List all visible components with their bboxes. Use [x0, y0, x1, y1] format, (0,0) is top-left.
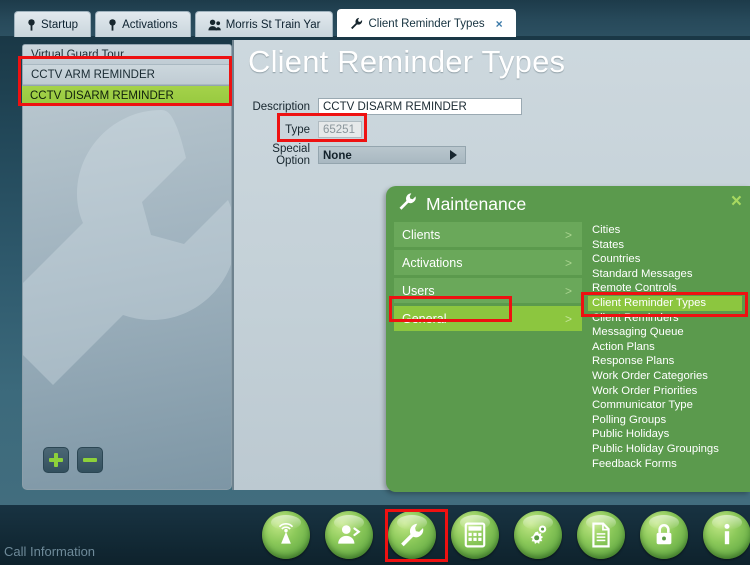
type-row: Type 65251 — [236, 121, 362, 138]
maintenance-categories: Clients > Activations > Users > General … — [386, 222, 582, 471]
add-button[interactable] — [43, 447, 69, 473]
maintenance-title: Maintenance — [426, 193, 527, 214]
maintenance-item-countries[interactable]: Countries — [588, 252, 742, 267]
maintenance-category-users[interactable]: Users > — [394, 278, 582, 303]
category-label: Users — [402, 283, 435, 298]
chevron-right-icon: > — [564, 311, 572, 326]
maintenance-item-remote-controls[interactable]: Remote Controls — [588, 281, 742, 296]
maintenance-item-cities[interactable]: Cities — [588, 223, 742, 238]
description-input[interactable]: CCTV DISARM REMINDER — [318, 98, 522, 115]
wrench-icon — [388, 511, 436, 559]
special-option-select[interactable]: None — [318, 146, 466, 164]
calculator-icon — [451, 511, 499, 559]
list-item-selected[interactable]: CCTV DISARM REMINDER — [22, 86, 232, 106]
tab-startup[interactable]: Startup — [14, 11, 92, 37]
maintenance-item-client-reminder-types[interactable]: Client Reminder Types — [588, 295, 742, 311]
maintenance-item-feedback-forms[interactable]: Feedback Forms — [588, 457, 742, 472]
tab-activations[interactable]: Activations — [95, 11, 191, 37]
dock-info-button[interactable] — [703, 511, 750, 559]
chevron-right-icon: > — [564, 255, 572, 270]
application-window: Startup Activations Morris St Train Yar … — [0, 0, 750, 565]
chevron-right-icon — [450, 150, 457, 160]
tab-label: Morris St Train Yar — [225, 18, 321, 31]
category-label: Activations — [402, 255, 463, 270]
type-input: 65251 — [318, 121, 362, 138]
add-user-icon — [325, 511, 373, 559]
special-option-row: Special Option None — [236, 143, 466, 167]
maintenance-category-general[interactable]: General > — [394, 306, 582, 331]
maintenance-item-work-order-priorities[interactable]: Work Order Priorities — [588, 384, 742, 399]
document-icon — [577, 511, 625, 559]
tab-morris-st-train-yard[interactable]: Morris St Train Yar — [194, 11, 334, 37]
antenna-icon — [262, 511, 310, 559]
pin-icon — [27, 18, 36, 31]
tab-label: Activations — [122, 18, 178, 31]
dock-settings-button[interactable] — [514, 511, 562, 559]
maintenance-item-client-reminders[interactable]: Client Reminders — [588, 311, 742, 326]
bottom-toolbar: Call Information — [0, 505, 750, 565]
tab-label: Startup — [41, 18, 79, 31]
category-label: General — [402, 311, 447, 326]
dock-add-user-button[interactable] — [325, 511, 373, 559]
dock-calculator-button[interactable] — [451, 511, 499, 559]
maintenance-columns: Clients > Activations > Users > General … — [386, 222, 750, 471]
tab-bar: Startup Activations Morris St Train Yar … — [0, 0, 750, 37]
tab-label: Client Reminder Types — [368, 17, 485, 30]
maintenance-item-public-holiday-groupings[interactable]: Public Holiday Groupings — [588, 442, 742, 457]
maintenance-item-polling-groups[interactable]: Polling Groups — [588, 413, 742, 428]
description-label: Description — [252, 100, 310, 113]
special-option-value: None — [323, 150, 352, 162]
category-label: Clients — [402, 227, 441, 242]
chevron-right-icon: > — [564, 283, 572, 298]
page-title: Client Reminder Types — [248, 44, 566, 79]
wrench-icon — [350, 17, 363, 30]
remove-button[interactable] — [77, 447, 103, 473]
maintenance-item-communicator-type[interactable]: Communicator Type — [588, 398, 742, 413]
special-option-label: Special Option — [272, 143, 310, 167]
maintenance-panel: Maintenance × Clients > Activations > Us… — [386, 186, 750, 492]
close-icon[interactable]: × — [731, 192, 742, 211]
list-controls — [43, 447, 103, 473]
tab-client-reminder-types[interactable]: Client Reminder Types × — [337, 9, 516, 37]
maintenance-header: Maintenance × — [386, 186, 750, 222]
maintenance-item-standard-messages[interactable]: Standard Messages — [588, 267, 742, 282]
list-item[interactable]: CCTV ARM REMINDER — [23, 65, 231, 85]
maintenance-item-public-holidays[interactable]: Public Holidays — [588, 427, 742, 442]
wrench-watermark-icon — [23, 110, 231, 385]
maintenance-category-clients[interactable]: Clients > — [394, 222, 582, 247]
maintenance-item-messaging-queue[interactable]: Messaging Queue — [588, 325, 742, 340]
type-label: Type — [285, 123, 310, 136]
maintenance-item-states[interactable]: States — [588, 238, 742, 253]
wrench-icon — [398, 192, 417, 216]
gears-icon — [514, 511, 562, 559]
close-icon[interactable]: × — [496, 17, 503, 31]
pin-icon — [108, 18, 117, 31]
dock-security-button[interactable] — [640, 511, 688, 559]
reminder-type-list[interactable]: Virtual Guard Tour CCTV ARM REMINDER — [22, 44, 232, 86]
maintenance-category-activations[interactable]: Activations > — [394, 250, 582, 275]
dock — [262, 511, 750, 559]
description-row: Description CCTV DISARM REMINDER — [236, 98, 522, 115]
call-information-label: Call Information — [4, 544, 96, 559]
dock-reports-button[interactable] — [577, 511, 625, 559]
lock-icon — [640, 511, 688, 559]
maintenance-items: Cities States Countries Standard Message… — [582, 222, 742, 471]
maintenance-item-work-order-categories[interactable]: Work Order Categories — [588, 369, 742, 384]
maintenance-item-action-plans[interactable]: Action Plans — [588, 340, 742, 355]
list-item[interactable]: Virtual Guard Tour — [23, 45, 231, 65]
maintenance-item-response-plans[interactable]: Response Plans — [588, 354, 742, 369]
info-icon — [703, 511, 750, 559]
dock-maintenance-button[interactable] — [388, 511, 436, 559]
chevron-right-icon: > — [564, 227, 572, 242]
people-icon — [208, 19, 221, 31]
dock-antenna-button[interactable] — [262, 511, 310, 559]
left-panel-body — [22, 86, 232, 490]
